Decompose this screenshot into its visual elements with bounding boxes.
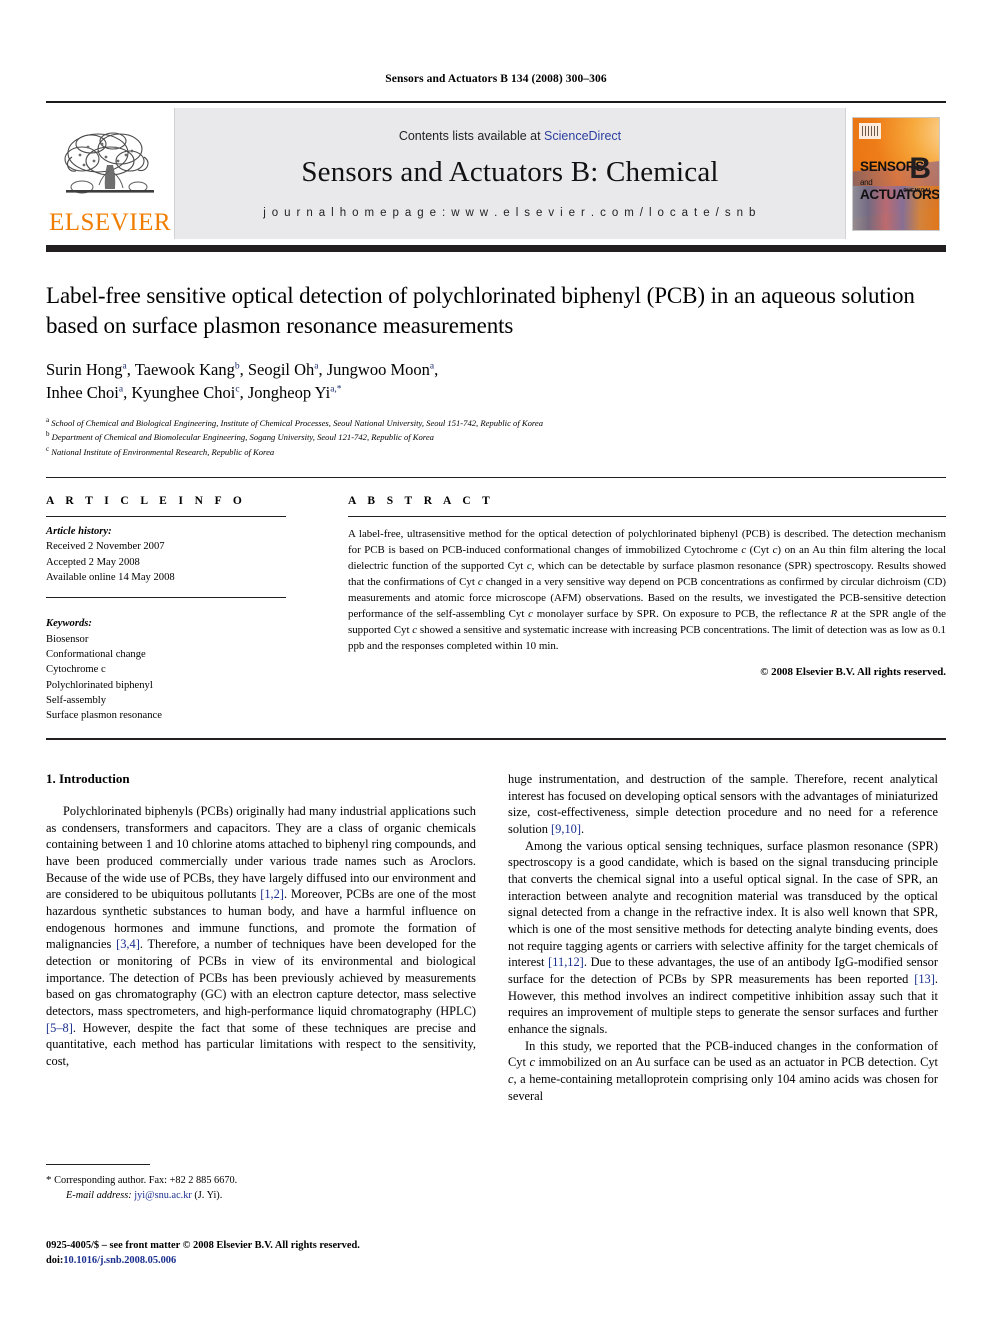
journal-homepage[interactable]: j o u r n a l h o m e p a g e : w w w . … xyxy=(263,207,757,219)
affiliation-item: a School of Chemical and Biological Engi… xyxy=(46,415,946,430)
elsevier-tree-icon xyxy=(64,132,154,194)
page-title: Label-free sensitive optical detection o… xyxy=(46,283,915,338)
affiliation-marker: a xyxy=(46,415,50,424)
affiliation-marker: c xyxy=(46,445,50,454)
email-label: E-mail address: xyxy=(66,1189,132,1201)
citation-link[interactable]: [13] xyxy=(914,972,935,986)
cover-series-letter: B xyxy=(909,151,931,185)
affiliation-item: c National Institute of Environmental Re… xyxy=(46,444,946,459)
abstract-column: A B S T R A C T A label-free, ultrasensi… xyxy=(336,495,946,724)
elsevier-wordmark: ELSEVIER xyxy=(48,209,172,236)
sciencedirect-link[interactable]: ScienceDirect xyxy=(544,129,621,143)
citation-link[interactable]: [3,4] xyxy=(116,937,140,951)
author-affil-marker: a,* xyxy=(330,384,342,395)
article-info-heading: A R T I C L E I N F O xyxy=(46,494,247,507)
email-suffix: (J. Yi). xyxy=(194,1189,223,1201)
paper-page: Sensors and Actuators B 134 (2008) 300–3… xyxy=(0,0,992,1323)
keyword-item: Self-assembly xyxy=(46,695,107,707)
cover-and: and xyxy=(860,177,873,187)
footnote-rule xyxy=(46,1164,150,1165)
author-affil-marker: c xyxy=(235,384,240,395)
imprint-doi: doi:10.1016/j.snb.2008.05.006 xyxy=(46,1254,526,1269)
affiliation-list: a School of Chemical and Biological Engi… xyxy=(46,415,946,459)
author-item: Taewook Kangb xyxy=(135,360,240,379)
corresponding-author-text: Corresponding author. Fax: +82 2 885 667… xyxy=(54,1175,238,1186)
author-affil-marker: b xyxy=(234,361,240,372)
author-affil-marker: a xyxy=(118,384,124,395)
doi-link[interactable]: 10.1016/j.snb.2008.05.006 xyxy=(63,1255,176,1266)
journal-title: Sensors and Actuators B: Chemical xyxy=(301,155,719,188)
banner-bottom-rule xyxy=(46,245,946,252)
article-info-column: A R T I C L E I N F O Article history: R… xyxy=(46,495,336,724)
article-history-label: Article history: xyxy=(46,525,112,537)
imprint-block: 0925-4005/$ – see front matter © 2008 El… xyxy=(46,1239,526,1269)
citation-link[interactable]: [5–8] xyxy=(46,1021,73,1035)
author-name: Inhee Choi xyxy=(46,383,119,403)
keywords-label: Keywords: xyxy=(46,618,92,630)
journal-banner-center: Contents lists available at ScienceDirec… xyxy=(174,108,846,239)
affiliation-text: National Institute of Environmental Rese… xyxy=(51,446,275,457)
affiliation-text: Department of Chemical and Biomolecular … xyxy=(51,432,434,443)
author-affil-marker: a xyxy=(314,361,319,372)
author-item: Kyunghee Choic xyxy=(131,383,239,402)
info-abstract-panel: A R T I C L E I N F O Article history: R… xyxy=(46,476,946,724)
keyword-item: Conformational change xyxy=(46,649,146,661)
cover-elsevier-mark-icon xyxy=(859,122,881,139)
paragraph-right-3: In this study, we reported that the PCB-… xyxy=(508,1038,939,1103)
keyword-item: Surface plasmon resonance xyxy=(46,710,162,722)
author-item: Jongheop Yia,* xyxy=(248,383,342,402)
cover-image: SENSORS and ACTUATORS B CHEMICAL xyxy=(852,116,940,231)
cover-series-sub: CHEMICAL xyxy=(903,187,932,194)
corresponding-author-note: * Corresponding author. Fax: +82 2 885 6… xyxy=(46,1173,476,1204)
author-list: Surin Honga, Taewook Kangb, Seogil Oha, … xyxy=(46,359,439,403)
affiliation-marker: b xyxy=(46,430,50,439)
author-name: Jongheop Yi xyxy=(247,383,331,403)
author-name: Jungwoo Moon xyxy=(326,359,430,379)
paragraph-right-2: Among the various optical sensing techni… xyxy=(508,838,938,1036)
author-item: Jungwoo Moona xyxy=(327,360,434,379)
affiliation-text: School of Chemical and Biological Engine… xyxy=(51,417,544,428)
contents-available-line: Contents lists available at ScienceDirec… xyxy=(399,129,621,143)
keyword-item: Biosensor xyxy=(46,633,89,645)
keywords-block: Keywords: Biosensor Conformational chang… xyxy=(46,609,336,724)
journal-cover-thumbnail: SENSORS and ACTUATORS B CHEMICAL xyxy=(846,108,946,239)
doi-label: doi: xyxy=(46,1254,64,1266)
affiliation-item: b Department of Chemical and Biomolecula… xyxy=(46,429,946,444)
author-name: Taewook Kang xyxy=(134,359,235,379)
email-link[interactable]: jyi@snu.ac.kr xyxy=(134,1190,192,1201)
article-history-item: Available online 14 May 2008 xyxy=(46,571,175,583)
section-heading-introduction: 1. Introduction xyxy=(46,770,130,786)
running-head: Sensors and Actuators B 134 (2008) 300–3… xyxy=(385,73,607,85)
article-history-item: Accepted 2 May 2008 xyxy=(46,556,140,568)
author-name: Seogil Oh xyxy=(247,359,315,379)
abstract-copyright: © 2008 Elsevier B.V. All rights reserved… xyxy=(760,666,946,679)
keyword-item: Polychlorinated biphenyl xyxy=(46,679,153,691)
author-name: Kyunghee Choi xyxy=(131,383,236,403)
author-affil-marker: a xyxy=(429,361,435,372)
author-item: Surin Honga xyxy=(46,360,127,379)
abstract-text: A label-free, ultrasensitive method for … xyxy=(348,527,947,653)
footnote-block: * Corresponding author. Fax: +82 2 885 6… xyxy=(46,1164,476,1204)
citation-link[interactable]: [9,10] xyxy=(551,822,581,836)
keyword-item: Cytochrome c xyxy=(46,664,106,676)
abstract-heading: A B S T R A C T xyxy=(348,494,495,507)
article-history-item: Received 2 November 2007 xyxy=(46,541,165,553)
keywords-rule-top xyxy=(46,597,286,599)
author-affil-marker: a xyxy=(122,361,127,372)
elsevier-logo: ELSEVIER xyxy=(46,108,174,239)
paragraph-intro-left: Polychlorinated biphenyls (PCBs) origina… xyxy=(46,803,476,1068)
author-name: Surin Hong xyxy=(46,359,123,379)
panel-bottom-rule xyxy=(46,737,946,740)
citation-link[interactable]: [11,12] xyxy=(548,955,584,969)
article-history-block: Article history: Received 2 November 200… xyxy=(46,517,336,585)
imprint-frontmatter: 0925-4005/$ – see front matter © 2008 El… xyxy=(46,1240,360,1251)
body-column-right: huge instrumentation, and destruction of… xyxy=(508,771,938,1241)
author-item: Inhee Choia xyxy=(46,383,123,402)
journal-banner: ELSEVIER Contents lists available at Sci… xyxy=(46,101,946,239)
citation-link[interactable]: [1,2] xyxy=(260,887,284,901)
footnote-star: * xyxy=(46,1174,52,1186)
contents-prefix: Contents lists available at xyxy=(398,128,545,143)
author-item: Seogil Oha xyxy=(248,360,319,379)
paragraph-right-1: huge instrumentation, and destruction of… xyxy=(508,771,938,836)
